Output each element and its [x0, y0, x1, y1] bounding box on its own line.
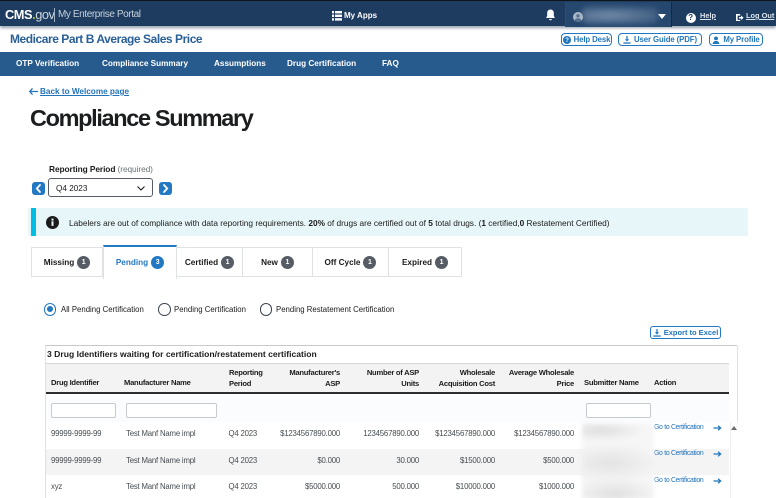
svg-text:?: ?	[565, 38, 569, 44]
